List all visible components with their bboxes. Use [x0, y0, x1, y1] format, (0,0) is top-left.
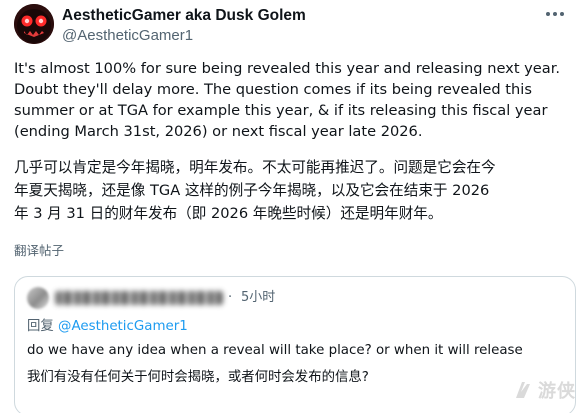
quoted-post-card[interactable]: · 5小时 回复 @AestheticGamer1 do we have any…	[14, 276, 576, 413]
red-eyed-creature-avatar-icon	[14, 4, 54, 44]
quoted-post-text-english: do we have any idea when a reveal will t…	[27, 343, 523, 358]
author-display-name[interactable]: AestheticGamer aka Dusk Golem	[62, 6, 306, 25]
quoted-reply-prefix: 回复	[27, 319, 54, 334]
more-options-button[interactable]	[544, 6, 566, 22]
quoted-separator-dot: ·	[228, 290, 233, 305]
quoted-reply-handle[interactable]: @AestheticGamer1	[58, 319, 188, 334]
post-text-english: It's almost 100% for sure being revealed…	[14, 60, 561, 140]
post-text-chinese: 几乎可以肯定是今年揭晓，明年发布。不太可能再推迟了。问题是它会在今 年夏天揭晓，…	[14, 159, 496, 222]
quoted-author-name-blurred	[55, 291, 223, 305]
quoted-author-avatar-blurred	[27, 287, 49, 309]
author-avatar[interactable]	[14, 4, 54, 44]
quoted-post-text-chinese: 我们有没有任何关于何时会揭晓，或者何时会发布的信息?	[27, 370, 369, 385]
author-info: AestheticGamer aka Dusk Golem @Aesthetic…	[62, 6, 306, 45]
translate-post-link[interactable]: 翻译帖子	[14, 243, 64, 259]
quoted-reply-line: 回复 @AestheticGamer1	[27, 318, 188, 336]
author-handle[interactable]: @AestheticGamer1	[62, 26, 306, 45]
quoted-post-time[interactable]: 5小时	[241, 289, 275, 307]
post-header: AestheticGamer aka Dusk Golem @Aesthetic…	[14, 4, 570, 50]
more-options-icon	[546, 12, 564, 16]
